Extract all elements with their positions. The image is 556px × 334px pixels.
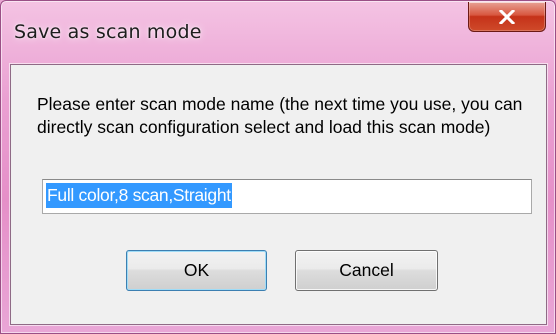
selected-text[interactable]: Full color,8 scan,Straight	[46, 183, 232, 208]
close-icon	[499, 9, 515, 24]
ok-button[interactable]: OK	[126, 250, 267, 291]
close-button[interactable]	[468, 2, 546, 32]
dialog-window: Save as scan mode Please enter scan mode…	[0, 0, 556, 334]
title-bar[interactable]: Save as scan mode	[1, 1, 555, 65]
window-title: Save as scan mode	[14, 21, 202, 43]
scan-mode-name-input[interactable]: Full color,8 scan,Straight	[42, 179, 532, 214]
dialog-body: Please enter scan mode name (the next ti…	[10, 64, 547, 325]
prompt-text: Please enter scan mode name (the next ti…	[37, 94, 523, 137]
cancel-button[interactable]: Cancel	[295, 250, 438, 291]
